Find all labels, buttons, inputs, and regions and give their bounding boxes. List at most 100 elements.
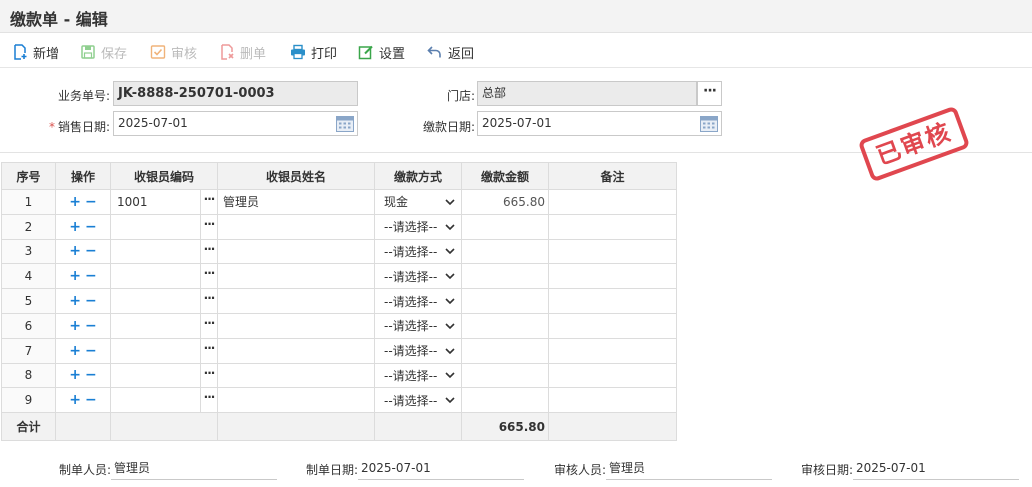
row-ops: + −	[55, 288, 111, 314]
cashier-name-cell	[217, 213, 375, 240]
total-row: 合计 665.80	[1, 412, 677, 442]
amount-cell[interactable]	[461, 238, 549, 265]
remove-row-icon[interactable]: −	[85, 318, 97, 334]
amount-cell[interactable]	[461, 337, 549, 364]
pay-method-select[interactable]: --请选择--	[374, 213, 462, 240]
note-cell[interactable]	[548, 238, 677, 265]
pay-method-select[interactable]: --请选择--	[374, 387, 462, 414]
pay-method-select[interactable]: --请选择--	[374, 312, 462, 339]
audit-button[interactable]: 审核	[150, 43, 198, 62]
cashier-lookup-icon[interactable]: ···	[200, 388, 217, 412]
cashier-code-cell[interactable]: ···	[110, 387, 218, 414]
cashier-lookup-icon[interactable]: ···	[200, 215, 217, 239]
note-cell[interactable]	[548, 312, 677, 339]
calendar-icon[interactable]	[336, 115, 354, 132]
cashier-code-cell[interactable]: 1001 ···	[110, 189, 218, 215]
pay-date-field[interactable]: 2025-07-01	[477, 111, 722, 136]
row-seq: 4	[1, 263, 56, 290]
amount-cell[interactable]	[461, 213, 549, 240]
audit-button-label: 审核	[171, 46, 198, 62]
add-row-icon[interactable]: +	[69, 219, 81, 235]
col-header-note: 备注	[548, 162, 677, 190]
cashier-code-cell[interactable]: ···	[110, 337, 218, 364]
store-field[interactable]: 总部	[477, 81, 697, 106]
remove-row-icon[interactable]: −	[85, 219, 97, 235]
pay-method-select[interactable]: --请选择--	[374, 238, 462, 265]
amount-cell[interactable]: 665.80	[461, 189, 549, 215]
note-cell[interactable]	[548, 288, 677, 314]
pay-method-select[interactable]: --请选择--	[374, 337, 462, 364]
maker-label: 制单人员:	[59, 463, 112, 477]
add-row-icon[interactable]: +	[69, 318, 81, 334]
pay-method-select[interactable]: --请选择--	[374, 288, 462, 314]
add-row-icon[interactable]: +	[69, 293, 81, 309]
settings-button[interactable]: 设置	[358, 43, 406, 62]
delete-button[interactable]: 删单	[219, 43, 266, 62]
cashier-code-cell[interactable]: ···	[110, 312, 218, 339]
add-row-icon[interactable]: +	[69, 392, 81, 408]
add-row-icon[interactable]: +	[69, 243, 81, 259]
cashier-code-cell[interactable]: ···	[110, 288, 218, 314]
audit-date-label: 审核日期:	[801, 463, 854, 477]
pay-method-select[interactable]: 现金	[374, 189, 462, 215]
add-row-icon[interactable]: +	[69, 268, 81, 284]
store-lookup-button[interactable]: ···	[697, 81, 722, 106]
remove-row-icon[interactable]: −	[85, 367, 97, 383]
cashier-lookup-icon[interactable]: ···	[200, 289, 217, 313]
cashier-lookup-icon[interactable]: ···	[200, 190, 217, 214]
remove-row-icon[interactable]: −	[85, 343, 97, 359]
total-amount: 665.80	[461, 412, 549, 442]
pay-method-value: --请选择--	[384, 319, 438, 334]
print-button-label: 打印	[311, 46, 338, 62]
table-row: 1 + −1001 ··· 管理员 现金 665.80	[1, 189, 677, 215]
table-row: 8 + − ··· --请选择--	[1, 362, 677, 389]
add-row-icon[interactable]: +	[69, 194, 81, 210]
cashier-code-cell[interactable]: ···	[110, 362, 218, 389]
note-cell[interactable]	[548, 387, 677, 414]
note-cell[interactable]	[548, 362, 677, 389]
cashier-lookup-icon[interactable]: ···	[200, 314, 217, 338]
calendar-icon[interactable]	[700, 115, 718, 132]
sale-date-field[interactable]: 2025-07-01	[113, 111, 358, 136]
pay-method-select[interactable]: --请选择--	[374, 362, 462, 389]
cashier-lookup-icon[interactable]: ···	[200, 339, 217, 363]
amount-cell[interactable]	[461, 288, 549, 314]
cashier-code-cell[interactable]: ···	[110, 238, 218, 265]
new-button[interactable]: 新增	[12, 43, 59, 62]
add-row-icon[interactable]: +	[69, 343, 81, 359]
note-cell[interactable]	[548, 189, 677, 215]
remove-row-icon[interactable]: −	[85, 243, 97, 259]
pay-method-select[interactable]: --请选择--	[374, 263, 462, 290]
note-cell[interactable]	[548, 213, 677, 240]
add-row-icon[interactable]: +	[69, 367, 81, 383]
print-button[interactable]: 打印	[290, 43, 338, 62]
pay-method-value: --请选择--	[384, 393, 438, 408]
cashier-name-cell	[217, 263, 375, 290]
save-button[interactable]: 保存	[80, 43, 127, 62]
cashier-lookup-icon[interactable]: ···	[200, 264, 217, 288]
amount-cell[interactable]	[461, 263, 549, 290]
cashier-code-cell[interactable]: ···	[110, 213, 218, 240]
row-ops: + −	[55, 387, 111, 414]
table-row: 6 + − ··· --请选择--	[1, 312, 677, 339]
remove-row-icon[interactable]: −	[85, 268, 97, 284]
grid-header-row: 序号 操作 收银员编码 收银员姓名 缴款方式 缴款金额 备注	[1, 162, 677, 190]
remove-row-icon[interactable]: −	[85, 392, 97, 408]
cashier-code-cell[interactable]: ···	[110, 263, 218, 290]
back-button[interactable]: 返回	[427, 43, 474, 62]
cashier-lookup-icon[interactable]: ···	[200, 240, 217, 263]
remove-row-icon[interactable]: −	[85, 293, 97, 309]
pay-date-label: 缴款日期:	[422, 120, 475, 134]
note-cell[interactable]	[548, 337, 677, 364]
cashier-lookup-icon[interactable]: ···	[200, 364, 217, 387]
pay-date-value: 2025-07-01	[482, 116, 552, 130]
doc-no-field[interactable]: JK-8888-250701-0003	[113, 81, 358, 106]
settings-button-label: 设置	[379, 46, 406, 62]
edit-icon	[358, 44, 374, 60]
amount-cell[interactable]	[461, 312, 549, 339]
chevron-down-icon	[445, 372, 455, 379]
amount-cell[interactable]	[461, 387, 549, 414]
amount-cell[interactable]	[461, 362, 549, 389]
remove-row-icon[interactable]: −	[85, 194, 97, 210]
note-cell[interactable]	[548, 263, 677, 290]
